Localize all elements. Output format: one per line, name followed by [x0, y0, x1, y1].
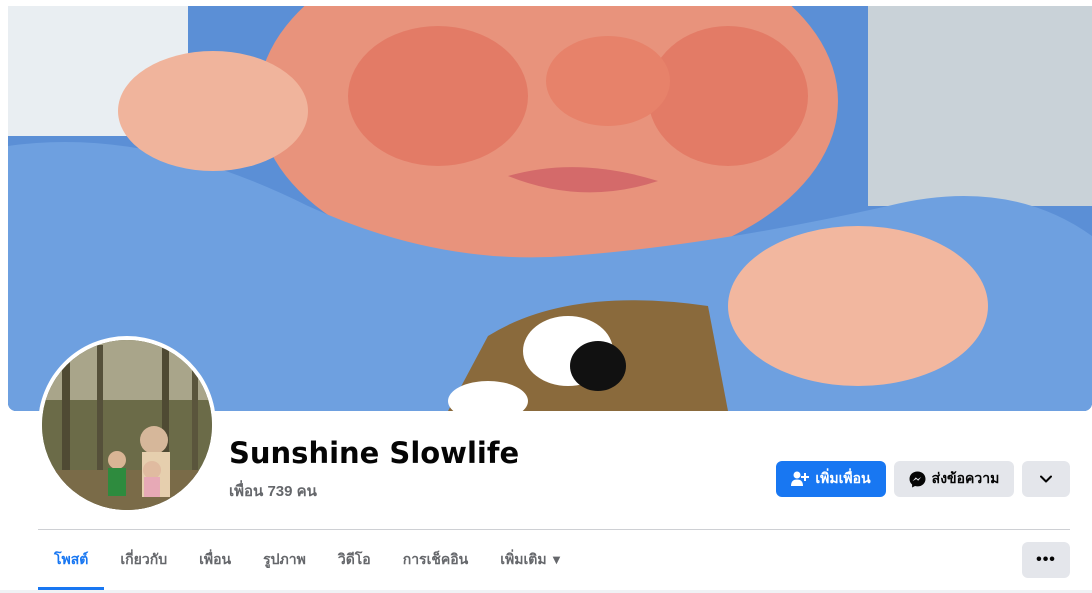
- tab-label: โพสต์: [54, 552, 89, 568]
- message-label: ส่งข้อความ: [931, 471, 1000, 487]
- message-button[interactable]: ส่งข้อความ: [894, 461, 1014, 497]
- tab-label: เพื่อน: [199, 552, 232, 568]
- profile-picture-frame[interactable]: [38, 336, 216, 514]
- chevron-down-icon: [1040, 475, 1052, 483]
- profile-tabs: โพสต์ เกี่ยวกับ เพื่อน รูปภาพ วิดีโอ การ…: [38, 530, 576, 590]
- person-add-icon: [791, 471, 810, 487]
- profile-picture-image: [42, 340, 212, 510]
- profile-name: Sunshine Slowlife: [229, 436, 520, 470]
- tab-videos[interactable]: วิดีโอ: [322, 530, 387, 590]
- tab-label: วิดีโอ: [337, 552, 371, 568]
- tab-label: การเช็คอิน: [402, 552, 469, 568]
- tab-about[interactable]: เกี่ยวกับ: [104, 530, 183, 590]
- tabs-more-button[interactable]: •••: [1022, 542, 1070, 578]
- ellipsis-icon: •••: [1036, 551, 1056, 568]
- caret-down-icon: ▼: [552, 554, 561, 566]
- add-friend-button[interactable]: เพิ่มเพื่อน: [776, 461, 886, 497]
- tab-label: เพิ่มเติม: [500, 552, 547, 568]
- more-actions-button[interactable]: [1022, 461, 1070, 497]
- tab-label: รูปภาพ: [263, 552, 306, 568]
- tab-checkins[interactable]: การเช็คอิน: [387, 530, 485, 590]
- tab-label: เกี่ยวกับ: [120, 552, 168, 568]
- messenger-icon: [909, 471, 926, 488]
- tab-posts[interactable]: โพสต์: [38, 530, 105, 590]
- add-friend-label: เพิ่มเพื่อน: [815, 471, 871, 487]
- tab-more[interactable]: เพิ่มเติม ▼: [484, 530, 576, 590]
- tab-friends[interactable]: เพื่อน: [183, 530, 247, 590]
- profile-picture[interactable]: [42, 340, 212, 510]
- friends-count-link[interactable]: เพื่อน 739 คน: [229, 479, 317, 503]
- tab-photos[interactable]: รูปภาพ: [247, 530, 322, 590]
